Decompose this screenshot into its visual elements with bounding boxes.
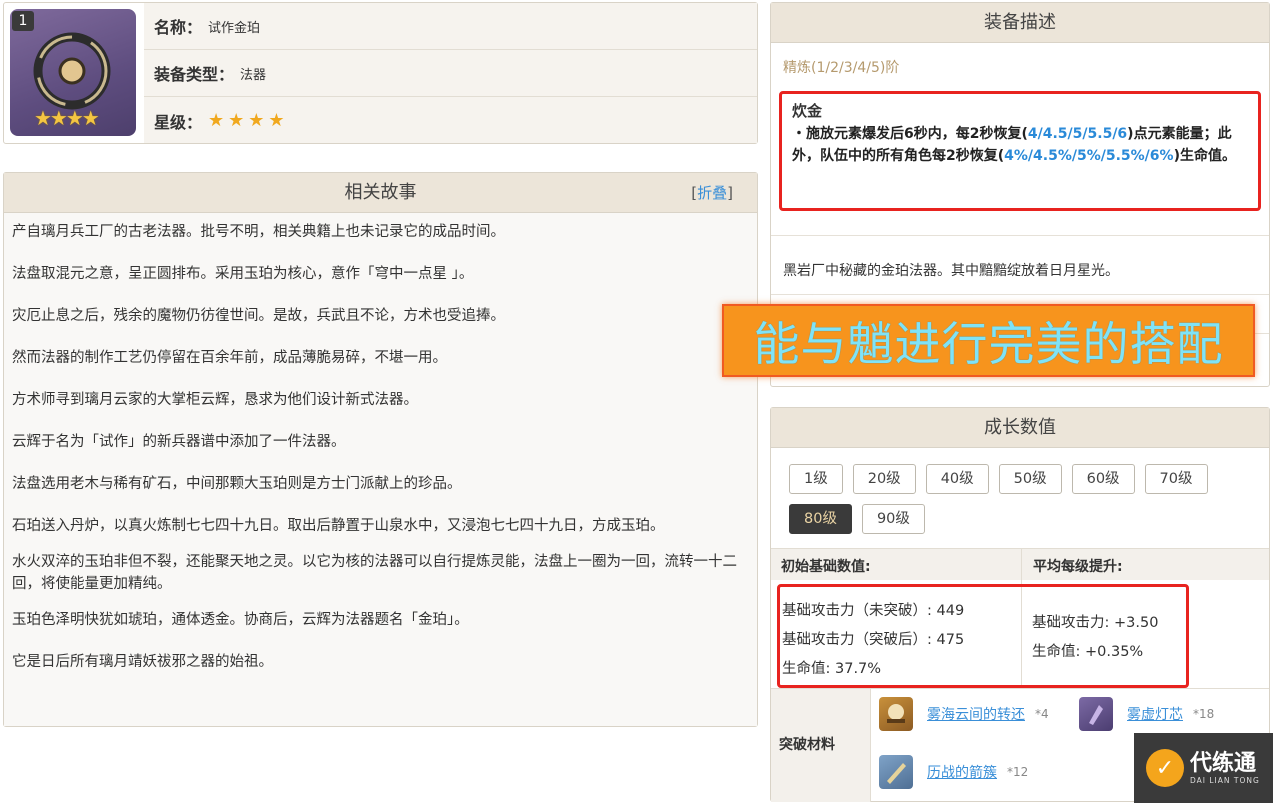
logo-mark-icon: ✓	[1146, 749, 1184, 787]
description-title: 装备描述	[984, 12, 1056, 33]
growth-header: 成长数值	[771, 408, 1269, 448]
rarity-row: 星级： ★★★★	[144, 97, 757, 144]
logo-en: DAI LIAN TONG	[1190, 775, 1260, 785]
type-key: 装备类型：	[154, 65, 235, 84]
avg-atk: 基础攻击力: +3.50	[1032, 615, 1159, 631]
type-row: 装备类型： 法器	[144, 50, 757, 97]
passive-text-part: )生命值。	[1173, 148, 1236, 164]
passive-hp-values: 4%/4.5%/5%/5.5%/6%	[1004, 148, 1174, 164]
type-value: 法器	[240, 67, 267, 83]
avg-hp: 生命值: +0.35%	[1032, 644, 1144, 660]
story-title: 相关故事	[344, 182, 417, 203]
lamp-material-icon	[1079, 697, 1113, 731]
name-key: 名称：	[154, 18, 203, 37]
mist-material-icon	[879, 697, 913, 731]
material-link[interactable]: 雾虚灯芯	[1127, 704, 1183, 724]
rarity-stars-icon: ★★★★	[34, 106, 100, 130]
logo-text: 代练通 DAI LIAN TONG	[1190, 750, 1260, 785]
level-button-80[interactable]: 80级	[789, 504, 852, 534]
material-count: *18	[1193, 707, 1215, 721]
base-hp: 生命值: 37.7%	[782, 661, 882, 677]
level-button-1[interactable]: 1级	[789, 464, 843, 494]
flavor-text: 黑岩厂中秘藏的金珀法器。其中黯黯绽放着日月星光。	[771, 235, 1269, 295]
story-header: 相关故事 [折叠]	[4, 173, 757, 213]
material-count: *12	[1007, 765, 1029, 779]
level-button-60[interactable]: 60级	[1071, 464, 1135, 494]
fold-toggle[interactable]: [折叠]	[691, 173, 733, 213]
story-paragraph: 产自璃月兵工厂的古老法器。批号不明，相关典籍上也未记录它的成品时间。	[12, 224, 505, 240]
weapon-info-card: 1 ★★★★ 名称： 试作金珀 装备类型： 法器 星级： ★★★★	[3, 2, 758, 144]
level-button-40[interactable]: 40级	[925, 464, 989, 494]
rarity-star-icons: ★★★★	[208, 110, 289, 131]
story-paragraph: 方术师寻到璃月云家的大掌柜云辉，恳求为他们设计新式法器。	[12, 392, 418, 408]
name-row: 名称： 试作金珀	[144, 3, 757, 50]
level-button-20[interactable]: 20级	[852, 464, 916, 494]
passive-name: 炊金	[792, 102, 823, 120]
info-rows: 名称： 试作金珀 装备类型： 法器 星级： ★★★★	[144, 3, 757, 143]
passive-energy-values: 4/4.5/5/5.5/6	[1027, 126, 1128, 142]
refinement-label: 精炼(1/2/3/4/5)阶	[783, 60, 900, 76]
logo-cn: 代练通	[1190, 750, 1257, 776]
story-paragraph: 法盘选用老木与稀有矿石，中间那颗大玉珀则是方士门派献上的珍品。	[12, 476, 462, 492]
base-atk-ascended: 基础攻击力（突破后）: 475	[782, 632, 965, 648]
growth-title: 成长数值	[984, 417, 1056, 438]
arrowhead-material-icon	[879, 755, 913, 789]
level-button-50[interactable]: 50级	[998, 464, 1062, 494]
story-paragraph: 它是日后所有璃月靖妖祓邪之器的始祖。	[12, 654, 273, 670]
materials-label: 突破材料	[771, 689, 871, 802]
story-paragraph: 玉珀色泽明快犹如琥珀，通体透金。协商后，云辉为法器题名「金珀」。	[12, 612, 469, 628]
passive-effect-box: 炊金 ・施放元素爆发后6秒内，每2秒恢复(4/4.5/5/5.5/6)点元素能量…	[779, 91, 1261, 211]
story-paragraph: 然而法器的制作工艺仍停留在百余年前，成品薄脆易碎，不堪一用。	[12, 350, 447, 366]
avg-growth-heading: 平均每级提升:	[1033, 559, 1123, 575]
material-item[interactable]: 雾虚灯芯 *18	[1079, 697, 1214, 731]
stats-highlight-box: 基础攻击力（未突破）: 449 基础攻击力（突破后）: 475 生命值: 37.…	[777, 584, 1189, 688]
passive-text: ・施放元素爆发后6秒内，每2秒恢复(4/4.5/5/5.5/6)点元素能量；此外…	[792, 123, 1248, 167]
description-header: 装备描述	[771, 3, 1269, 43]
material-item[interactable]: 历战的箭簇 *12	[879, 755, 1028, 789]
material-item[interactable]: 雾海云间的转还 *4	[879, 697, 1049, 731]
level-selector: 1级 20级 40级 50级 60级 70级 80级 90级	[771, 448, 1231, 544]
watermark-logo: ✓ 代练通 DAI LIAN TONG	[1134, 733, 1273, 803]
material-link[interactable]: 雾海云间的转还	[927, 704, 1025, 724]
story-paragraph: 灾厄止息之后，残余的魔物仍彷徨世间。是故，兵武且不论，方术也受追捧。	[12, 308, 505, 324]
passive-text-part: ・施放元素爆发后6秒内，每2秒恢复(	[792, 126, 1028, 142]
story-paragraph: 石珀送入丹炉，以真火炼制七七四十九日。取出后静置于山泉水中，又浸泡七七四十九日，…	[12, 518, 665, 534]
banner-text: 能与魈进行完美的搭配	[753, 316, 1224, 371]
avg-growth-stats: 基础攻击力: +3.50 生命值: +0.35%	[1032, 609, 1158, 667]
name-value: 试作金珀	[208, 20, 261, 36]
base-atk: 基础攻击力（未突破）: 449	[782, 603, 965, 619]
base-stats: 基础攻击力（未突破）: 449 基础攻击力（突破后）: 475 生命值: 37.…	[782, 597, 964, 684]
weapon-thumbnail: 1 ★★★★	[10, 9, 136, 136]
material-link[interactable]: 历战的箭簇	[927, 762, 997, 782]
story-paragraph: 法盘取混元之意，呈正圆排布。采用玉珀为核心，意作「穹中一点星 」。	[12, 266, 474, 282]
level-button-70[interactable]: 70级	[1144, 464, 1208, 494]
base-stats-heading: 初始基础数值:	[781, 559, 871, 575]
level-button-90[interactable]: 90级	[861, 504, 925, 534]
story-body: 产自璃月兵工厂的古老法器。批号不明，相关典籍上也未记录它的成品时间。 法盘取混元…	[4, 213, 757, 726]
rarity-key: 星级：	[154, 112, 203, 132]
fold-link[interactable]: 折叠	[697, 184, 727, 202]
material-count: *4	[1035, 707, 1049, 721]
story-paragraph: 水火双淬的玉珀非但不裂，还能聚天地之灵。以它为核的法器可以自行提炼灵能，法盘上一…	[12, 554, 737, 592]
story-paragraph: 云辉于名为「试作」的新兵器谱中添加了一件法器。	[12, 434, 346, 450]
highlight-banner: 能与魈进行完美的搭配	[722, 304, 1255, 377]
stat-header: 初始基础数值: 平均每级提升:	[771, 548, 1269, 580]
story-panel: 相关故事 [折叠] 产自璃月兵工厂的古老法器。批号不明，相关典籍上也未记录它的成…	[3, 172, 758, 727]
